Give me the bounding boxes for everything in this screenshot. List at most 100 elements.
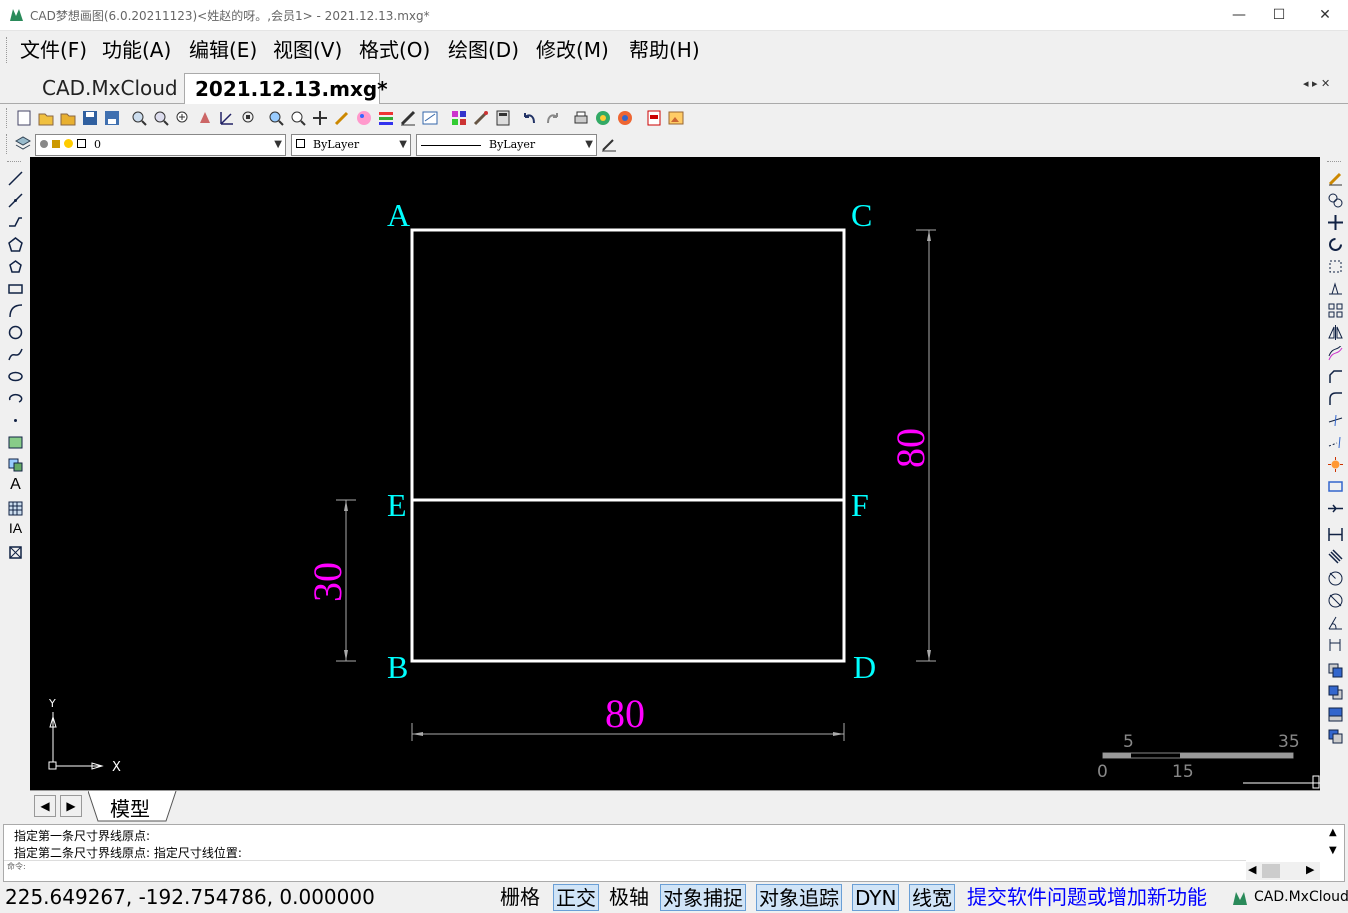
spline-icon[interactable] [7, 346, 24, 363]
osnap-toggle[interactable]: 对象捕捉 [660, 884, 746, 911]
command-hscroll[interactable]: ◀ ▶ [1246, 862, 1320, 880]
pentagon-icon[interactable] [7, 258, 24, 275]
save-icon[interactable] [81, 109, 99, 127]
lineweight-toggle[interactable]: 线宽 [909, 884, 955, 911]
menu-format[interactable]: 格式(O) [355, 36, 434, 64]
ellipse-arc-icon[interactable] [7, 390, 24, 407]
scale-icon[interactable] [1327, 258, 1344, 275]
mirror-icon[interactable] [1327, 324, 1344, 341]
line-weight-icon[interactable] [399, 109, 417, 127]
zoom-in-icon[interactable] [174, 109, 192, 127]
polar-toggle[interactable]: 极轴 [607, 884, 651, 911]
otrack-toggle[interactable]: 对象追踪 [756, 884, 842, 911]
pdf-export-icon[interactable] [645, 109, 663, 127]
draworder-front-icon[interactable] [1327, 662, 1344, 679]
zoom-realtime-icon[interactable] [130, 109, 148, 127]
open-file-icon[interactable] [37, 109, 55, 127]
stretch-icon[interactable] [1327, 280, 1344, 297]
hatch-icon[interactable] [7, 434, 24, 451]
zoom-extents-icon[interactable] [240, 109, 258, 127]
line-icon[interactable] [7, 170, 24, 187]
scroll-thumb[interactable] [1262, 864, 1280, 878]
close-button[interactable]: ✕ [1302, 0, 1348, 31]
dim-ordinate-icon[interactable] [1327, 636, 1344, 653]
maximize-button[interactable]: ☐ [1256, 0, 1302, 31]
layout-prev-button[interactable]: ◀ [34, 795, 56, 817]
command-scroll-up[interactable]: ▲ [1329, 827, 1337, 838]
join-icon[interactable] [1327, 500, 1344, 517]
undo-icon[interactable] [521, 109, 539, 127]
menu-file[interactable]: 文件(F) [16, 36, 91, 64]
grid-toggle[interactable]: 栅格 [498, 884, 542, 911]
new-file-icon[interactable] [15, 109, 33, 127]
fillet-icon[interactable] [1327, 390, 1344, 407]
copy-icon[interactable] [1327, 192, 1344, 209]
color-palette-icon[interactable] [355, 109, 373, 127]
layers-icon[interactable] [377, 109, 395, 127]
angle-icon[interactable] [218, 109, 236, 127]
pan-icon[interactable] [196, 109, 214, 127]
chamfer-icon[interactable] [1327, 368, 1344, 385]
open-folder-icon[interactable] [59, 109, 77, 127]
rectangle-icon[interactable] [7, 280, 24, 297]
properties-grid-icon[interactable] [450, 109, 468, 127]
dyn-toggle[interactable]: DYN [852, 884, 900, 911]
drawing-canvas[interactable]: A C E F B D 80 30 80 Y X 5 35 0 15 [30, 157, 1320, 790]
redraw-icon[interactable] [421, 109, 439, 127]
move-cross-icon[interactable] [311, 109, 329, 127]
zoom-previous-icon[interactable] [267, 109, 285, 127]
zoom-scale-icon[interactable] [289, 109, 307, 127]
zoom-window-icon[interactable] [152, 109, 170, 127]
arc-icon[interactable] [7, 302, 24, 319]
move-icon[interactable] [1327, 214, 1344, 231]
image-export-icon[interactable] [667, 109, 685, 127]
draworder-above-icon[interactable] [1327, 706, 1344, 723]
brush-icon[interactable] [472, 109, 490, 127]
feedback-link[interactable]: 提交软件问题或增加新功能 [965, 884, 1209, 911]
dimension-height[interactable]: 80 [888, 229, 936, 662]
tab-cad-mxcloud[interactable]: CAD.MxCloud [32, 73, 184, 104]
color-select[interactable]: ByLayer ▼ [291, 134, 411, 156]
circle-icon[interactable] [7, 324, 24, 341]
menu-modify[interactable]: 修改(M) [532, 36, 613, 64]
layer-select[interactable]: 0 ▼ [35, 134, 286, 156]
menu-function[interactable]: 功能(A) [98, 36, 175, 64]
menu-help[interactable]: 帮助(H) [625, 36, 704, 64]
dim-diameter-icon[interactable] [1327, 592, 1344, 609]
array-icon[interactable] [1327, 302, 1344, 319]
render-icon[interactable] [594, 109, 612, 127]
polygon-icon[interactable] [7, 236, 24, 253]
ortho-toggle[interactable]: 正交 [553, 884, 599, 911]
dim-aligned-icon[interactable] [1327, 548, 1344, 565]
tab-current-drawing[interactable]: 2021.12.13.mxg* [184, 73, 388, 104]
tab-nav-controls[interactable]: ◂ ▸ ✕ [1303, 77, 1330, 90]
menu-edit[interactable]: 编辑(E) [185, 36, 261, 64]
linetype-select[interactable]: ByLayer ▼ [416, 134, 597, 156]
table-icon[interactable] [7, 500, 24, 517]
print-icon[interactable] [572, 109, 590, 127]
extend-icon[interactable] [1327, 434, 1344, 451]
command-scroll-down[interactable]: ▼ [1329, 845, 1337, 856]
mtext-icon[interactable]: IA [7, 520, 24, 537]
rotate-icon[interactable] [1327, 236, 1344, 253]
save-as-icon[interactable] [103, 109, 121, 127]
dim-angular-icon[interactable] [1327, 614, 1344, 631]
draworder-back-icon[interactable] [1327, 684, 1344, 701]
calculator-icon[interactable] [494, 109, 512, 127]
block-icon[interactable] [7, 456, 24, 473]
polyline-icon[interactable] [7, 214, 24, 231]
trim-icon[interactable] [1327, 412, 1344, 429]
menu-view[interactable]: 视图(V) [269, 36, 346, 64]
erase-icon[interactable] [1327, 170, 1344, 187]
layer-manager-icon[interactable] [14, 135, 32, 153]
text-icon[interactable]: A [7, 476, 24, 493]
menu-draw[interactable]: 绘图(D) [444, 36, 523, 64]
offset-icon[interactable] [1327, 346, 1344, 363]
refresh-icon[interactable] [616, 109, 634, 127]
model-tab[interactable]: 模型 [110, 793, 150, 822]
rect-abdc[interactable] [410, 228, 846, 663]
redo-icon[interactable] [543, 109, 561, 127]
draworder-under-icon[interactable] [1327, 728, 1344, 745]
lineweight-icon[interactable] [600, 135, 618, 153]
break-icon[interactable] [1327, 478, 1344, 495]
